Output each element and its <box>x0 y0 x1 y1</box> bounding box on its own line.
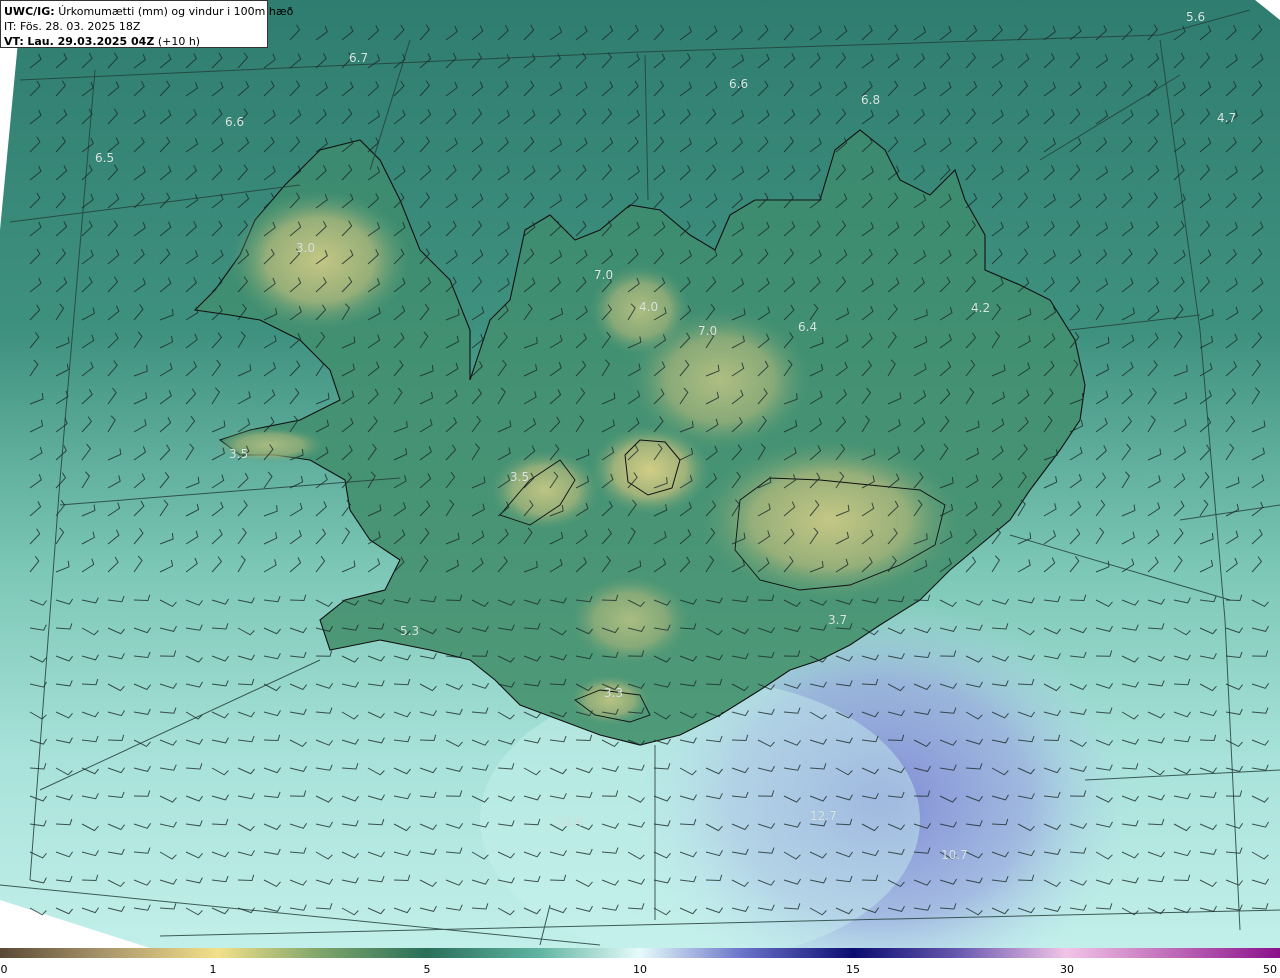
colorbar-tick: 1 <box>209 963 217 976</box>
value-label: 10.7 <box>941 848 968 862</box>
colorbar-tick: 15 <box>846 963 860 976</box>
value-label: 3.0 <box>296 241 316 255</box>
value-label: 3.3 <box>604 686 624 700</box>
lead-time: (+10 h) <box>157 35 201 48</box>
valid-label: VT: <box>4 35 24 48</box>
value-label: 12.7 <box>810 809 837 823</box>
colorbar-tick: 0 <box>0 963 8 976</box>
valid-time: Lau. 29.03.2025 04Z <box>27 35 155 48</box>
colorbar-tick: 30 <box>1060 963 1074 976</box>
value-label: 7.0 <box>698 324 718 338</box>
value-label: 3.5 <box>229 447 249 461</box>
value-label: 5.6 <box>1186 10 1206 24</box>
value-label: 6.8 <box>861 93 881 107</box>
value-label: 3.7 <box>828 613 848 627</box>
map-header: UWC/IG: Úrkomumætti (mm) og vindur i 100… <box>0 0 293 49</box>
init-time-line: IT: Fös. 28. 03. 2025 18Z <box>4 19 264 34</box>
init-time: Fös. 28. 03. 2025 18Z <box>19 20 141 33</box>
colorbar: 0 1 5 10 15 30 50 <box>0 948 1280 978</box>
map-area: UWC/IG: Úrkomumætti (mm) og vindur i 100… <box>0 0 1280 948</box>
value-label: 4.7 <box>1217 111 1237 125</box>
value-label: 6.5 <box>95 151 115 165</box>
colorbar-tick: 5 <box>423 963 431 976</box>
value-label: 3.5 <box>510 470 530 484</box>
precipitation-map <box>0 0 1280 948</box>
value-label: 4.0 <box>639 300 659 314</box>
value-label: 6.4 <box>798 320 818 334</box>
value-label: 5.3 <box>400 624 420 638</box>
colorbar-tick: 50 <box>1263 963 1277 976</box>
valid-time-line: VT: Lau. 29.03.2025 04Z (+10 h) <box>4 34 264 49</box>
model-label: UWC/IG: <box>4 5 55 18</box>
value-label: 6.6 <box>225 115 245 129</box>
colorbar-gradient <box>0 948 1280 958</box>
init-label: IT: <box>4 20 17 33</box>
map-title: Úrkomumætti (mm) og vindur i 100m hæð <box>58 5 294 18</box>
colorbar-tick: 10 <box>633 963 647 976</box>
value-label: 10.4 <box>556 815 583 829</box>
value-label: 7.0 <box>594 268 614 282</box>
value-label: 6.6 <box>729 77 749 91</box>
header-title-line: UWC/IG: Úrkomumætti (mm) og vindur i 100… <box>4 4 293 19</box>
value-label: 6.7 <box>349 51 369 65</box>
value-label: 4.2 <box>971 301 991 315</box>
